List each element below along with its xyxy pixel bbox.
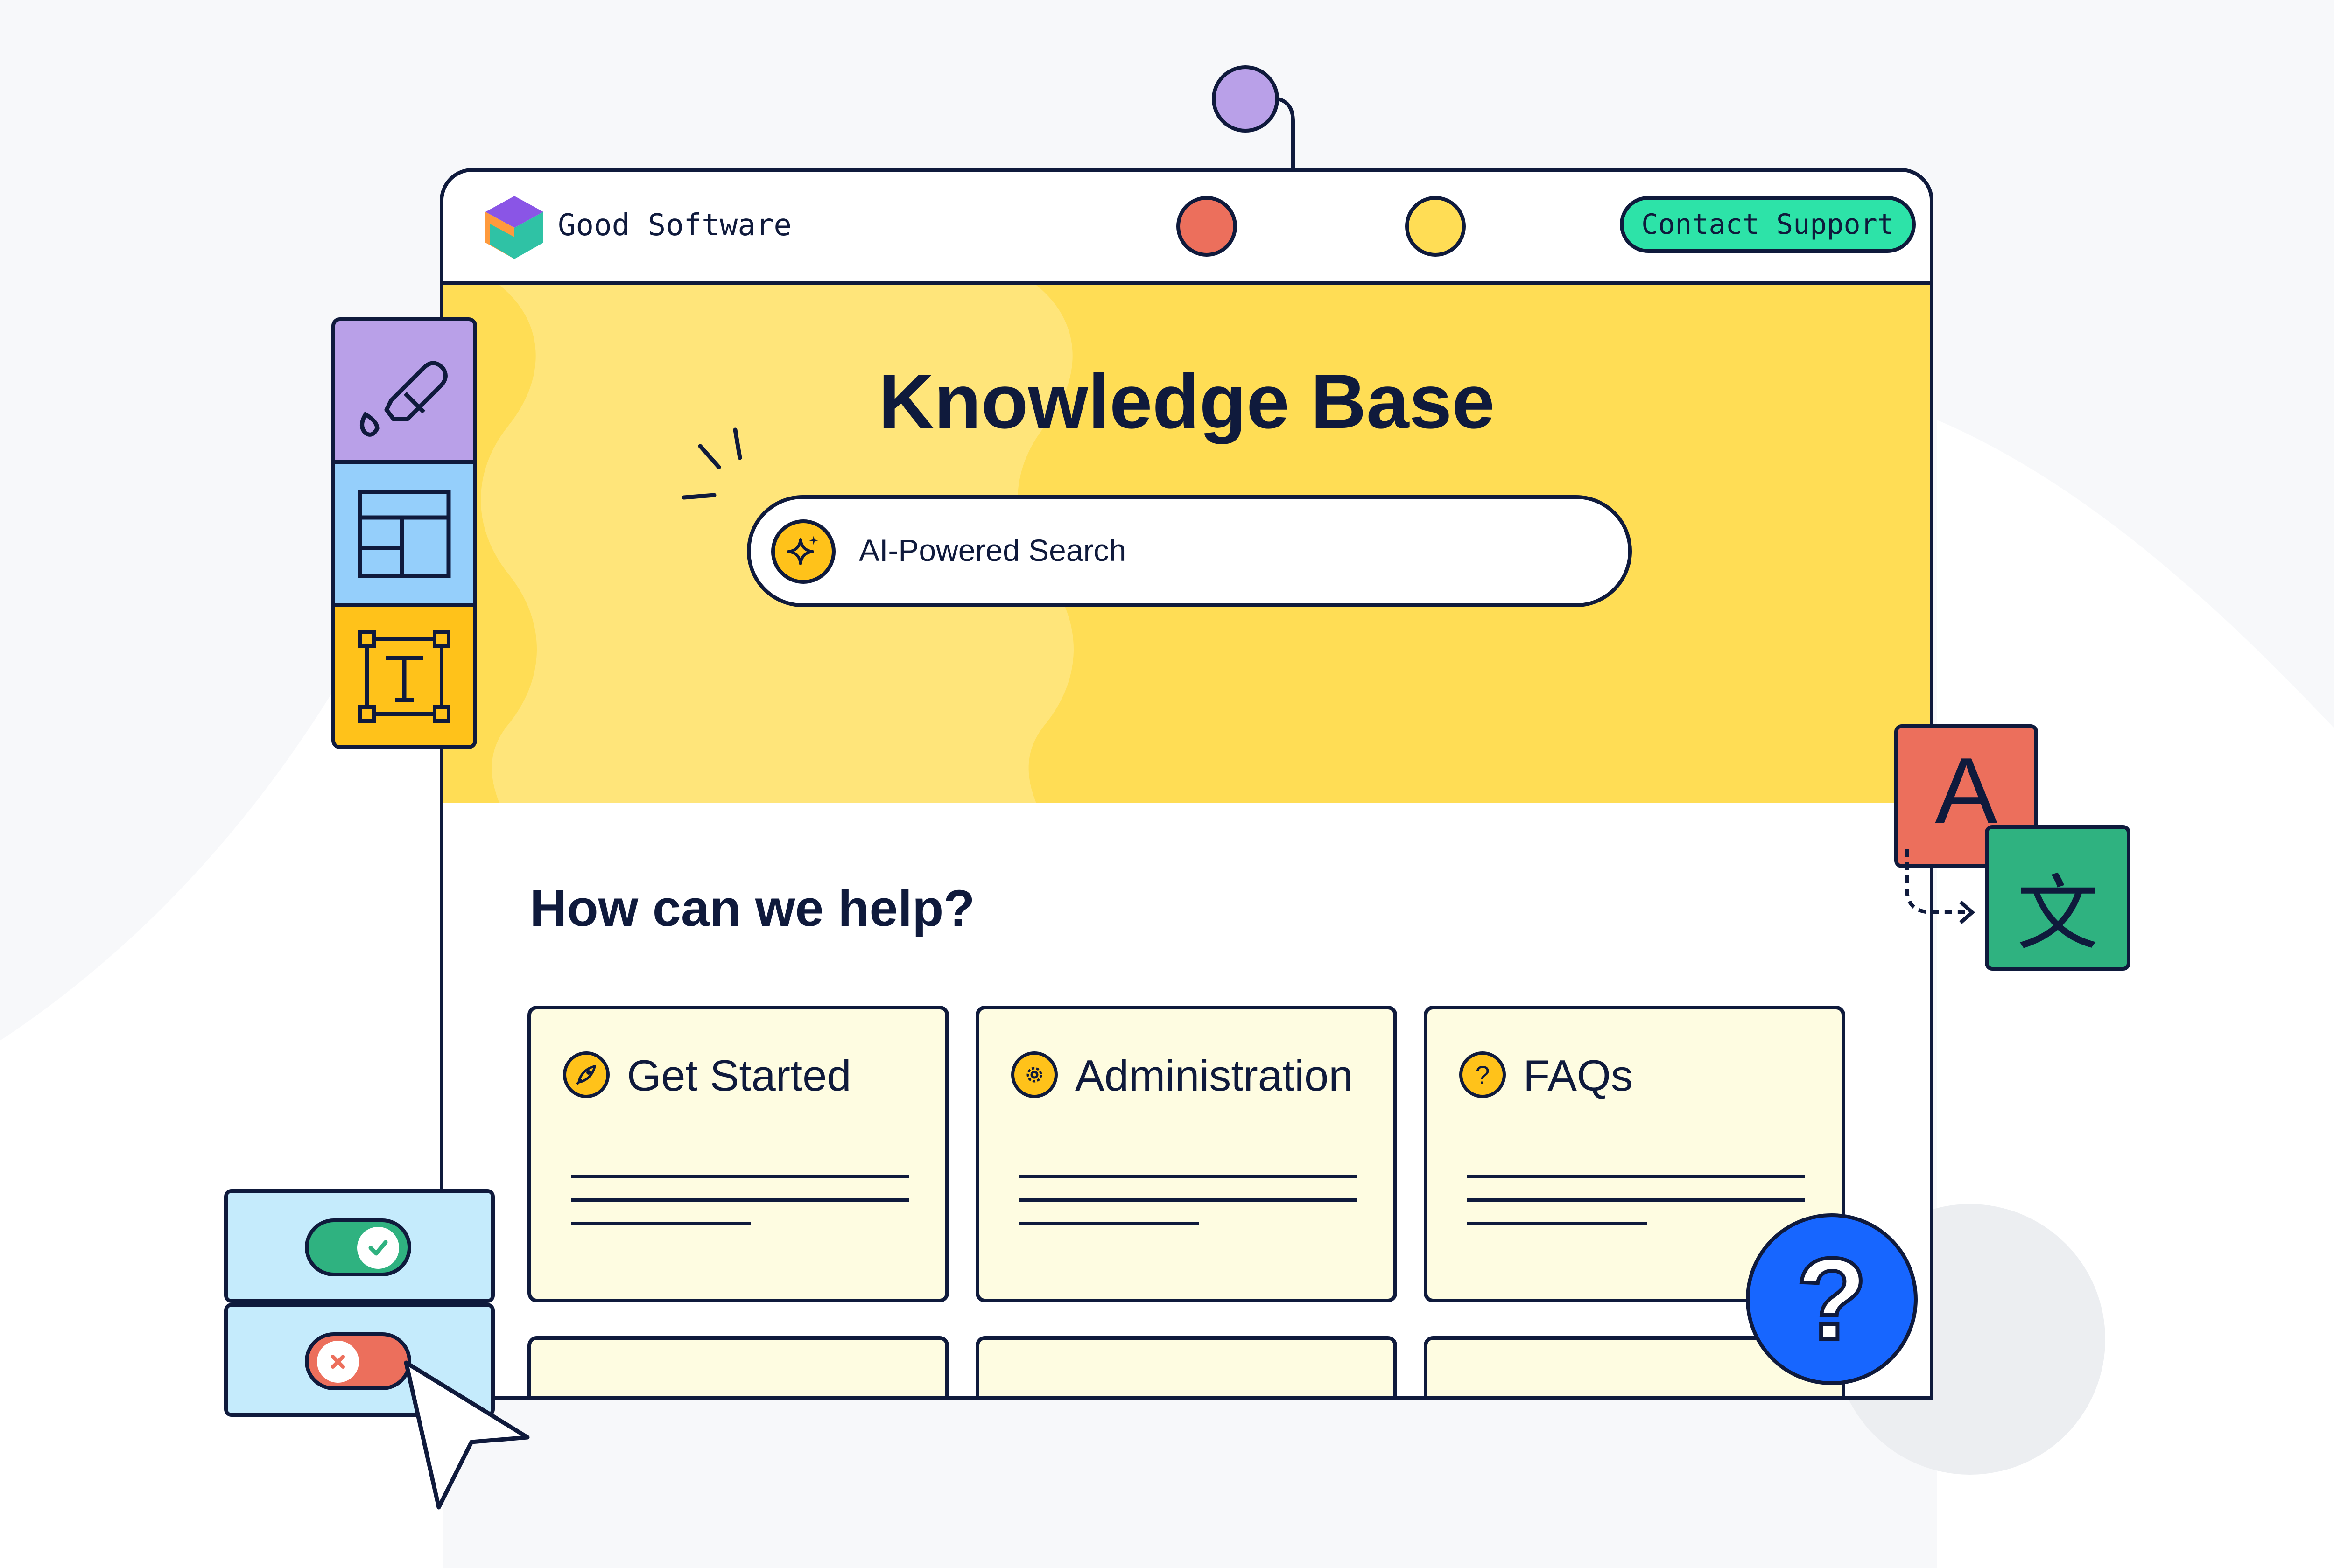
translate-target-tile[interactable]: 文 xyxy=(1985,825,2130,971)
purple-node xyxy=(1212,65,1279,133)
card-label: FAQs xyxy=(1523,1051,1633,1100)
check-icon xyxy=(357,1227,399,1269)
gear-icon xyxy=(1011,1051,1058,1098)
yellow-node xyxy=(1405,196,1466,257)
text-tool[interactable] xyxy=(335,607,473,745)
card-label: Get Started xyxy=(627,1051,851,1100)
eyedropper-tool[interactable] xyxy=(335,321,473,460)
card-administration[interactable]: Administration xyxy=(976,1006,1397,1302)
search-bar[interactable]: AI-Powered Search xyxy=(747,495,1632,607)
help-fab-glyph: ? xyxy=(1794,1234,1870,1364)
layout-tool[interactable] xyxy=(335,464,473,603)
card-get-started[interactable]: Get Started xyxy=(527,1006,949,1302)
eyedropper-icon xyxy=(360,361,448,437)
tool-palette xyxy=(331,317,477,749)
contact-support-label: Contact Support xyxy=(1641,208,1894,241)
sparkle-icon xyxy=(771,519,836,584)
translate-arrow-icon xyxy=(1905,849,1975,924)
search-placeholder: AI-Powered Search xyxy=(859,533,1126,567)
text-line xyxy=(1019,1175,1357,1178)
text-line xyxy=(1467,1175,1805,1178)
text-line xyxy=(1019,1198,1357,1202)
help-heading: How can we help? xyxy=(530,880,975,937)
hero-title: Knowledge Base xyxy=(878,358,1495,444)
text-line xyxy=(1467,1198,1805,1202)
question-icon: ? xyxy=(1459,1051,1506,1098)
text-line xyxy=(571,1198,909,1202)
cursor-arrow-icon xyxy=(404,1360,530,1510)
card-label: Administration xyxy=(1075,1051,1353,1100)
hero: Knowledge Base AI-Powered Search xyxy=(443,285,1930,803)
text-icon xyxy=(358,630,450,723)
contact-support-button[interactable]: Contact Support xyxy=(1620,196,1916,253)
card-partial[interactable] xyxy=(527,1336,949,1396)
help-fab[interactable]: ? xyxy=(1746,1213,1918,1385)
brand-logo[interactable] xyxy=(485,196,544,259)
brand-name[interactable]: Good Software xyxy=(558,208,792,243)
layout-icon xyxy=(358,490,451,578)
card-partial[interactable] xyxy=(976,1336,1397,1396)
toggle-panel-on xyxy=(224,1189,495,1303)
text-line xyxy=(1019,1222,1199,1225)
x-icon xyxy=(317,1341,359,1383)
sparkle-lines-icon xyxy=(682,427,742,500)
translate-target-glyph: 文 xyxy=(2017,867,2099,961)
rocket-icon xyxy=(563,1051,610,1098)
text-line xyxy=(571,1222,751,1225)
red-node xyxy=(1176,196,1237,257)
text-line xyxy=(1467,1222,1647,1225)
header-bar: Good Software Contact Support xyxy=(443,172,1930,285)
toggle-on-switch[interactable] xyxy=(305,1218,411,1276)
browser-window: Good Software Contact Support Knowledge … xyxy=(440,168,1933,1400)
text-line xyxy=(571,1175,909,1178)
